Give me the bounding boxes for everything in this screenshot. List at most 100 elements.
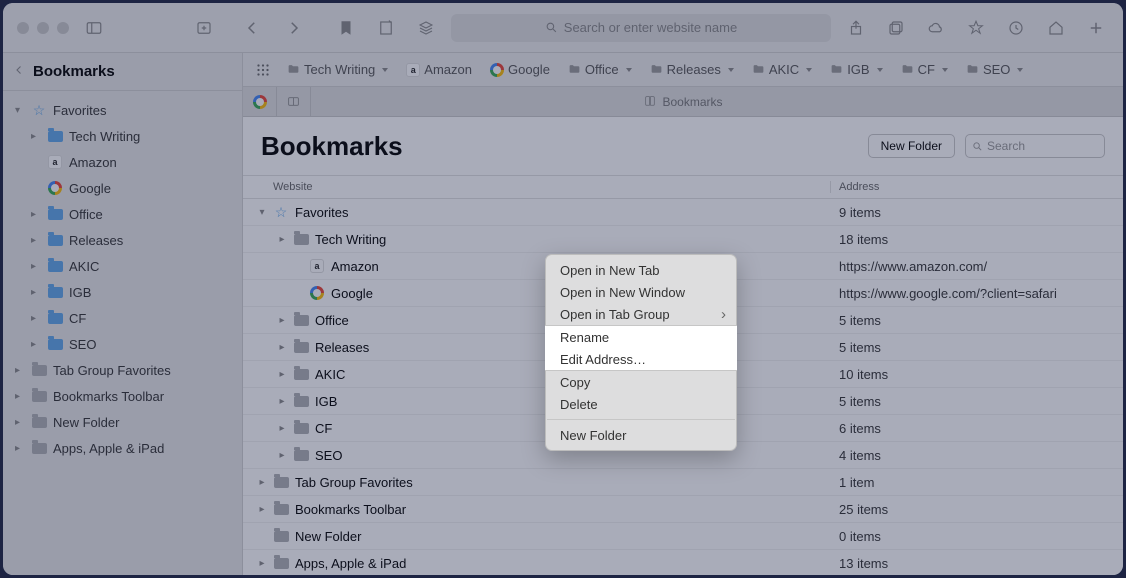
disclosure-icon[interactable]: ▸: [31, 313, 41, 324]
disclosure-icon[interactable]: ▸: [277, 342, 287, 353]
share-icon[interactable]: [843, 15, 869, 41]
sidebar-item[interactable]: ▸ AKIC: [3, 253, 242, 279]
row-label: Bookmarks Toolbar: [295, 502, 406, 517]
history-icon[interactable]: [1003, 15, 1029, 41]
sidebar: Bookmarks ▾☆Favorites▸Tech WritingaAmazo…: [3, 53, 243, 575]
sidebar-item[interactable]: ▸ Tab Group Favorites: [3, 357, 242, 383]
new-folder-button[interactable]: New Folder: [868, 134, 955, 158]
disclosure-icon[interactable]: ▸: [31, 235, 41, 246]
folder-gray-icon: [273, 474, 289, 490]
ctx-delete[interactable]: Delete: [546, 393, 736, 415]
favbar-item[interactable]: CF: [901, 62, 948, 77]
sidebar-item[interactable]: ▸Apps, Apple & iPad: [3, 435, 242, 461]
disclosure-icon[interactable]: ▸: [15, 417, 25, 428]
sidebar-item-label: Bookmarks Toolbar: [53, 389, 164, 404]
disclosure-icon[interactable]: ▸: [31, 339, 41, 350]
sidebar-toggle-icon[interactable]: [81, 15, 107, 41]
disclosure-icon[interactable]: ▸: [31, 287, 41, 298]
ctx-rename[interactable]: Rename: [545, 326, 737, 348]
sidebar-item-label: AKIC: [69, 259, 99, 274]
ctx-open-new-tab[interactable]: Open in New Tab: [546, 259, 736, 281]
table-row[interactable]: ▸Tech Writing18 items: [243, 226, 1123, 253]
sidebar-item[interactable]: ▾ ☆ Favorites: [3, 97, 242, 123]
disclosure-icon[interactable]: ▸: [31, 131, 41, 142]
favbar-item[interactable]: Office: [568, 62, 632, 77]
favbar-item[interactable]: SEO: [966, 62, 1023, 77]
apps-grid-icon[interactable]: [253, 57, 273, 83]
back-button[interactable]: [239, 15, 265, 41]
disclosure-icon[interactable]: ▸: [15, 391, 25, 402]
stack-icon[interactable]: [413, 15, 439, 41]
forward-button[interactable]: [281, 15, 307, 41]
sidebar-back-icon[interactable]: [13, 63, 25, 80]
disclosure-icon[interactable]: ▸: [31, 209, 41, 220]
ctx-open-tab-group[interactable]: Open in Tab Group: [546, 303, 736, 325]
plus-icon[interactable]: [1083, 15, 1109, 41]
favbar-item[interactable]: Tech Writing: [287, 62, 388, 77]
sidebar-item[interactable]: ▸ Tech Writing: [3, 123, 242, 149]
disclosure-icon[interactable]: ▸: [257, 504, 267, 515]
table-row[interactable]: New Folder0 items: [243, 523, 1123, 550]
col-website[interactable]: Website: [243, 181, 831, 193]
disclosure-icon[interactable]: ▸: [277, 396, 287, 407]
sidebar-item[interactable]: ▸New Folder: [3, 409, 242, 435]
sidebar-item-label: Favorites: [53, 103, 106, 118]
disclosure-icon[interactable]: ▾: [15, 105, 25, 116]
star-icon: ☆: [31, 102, 47, 118]
sidebar-item[interactable]: aAmazon: [3, 149, 242, 175]
disclosure-icon[interactable]: ▸: [15, 365, 25, 376]
favbar-item[interactable]: IGB: [830, 62, 882, 77]
disclosure-icon[interactable]: ▸: [257, 558, 267, 569]
ctx-new-folder[interactable]: New Folder: [546, 424, 736, 446]
star-icon: ☆: [273, 204, 289, 220]
row-label: Office: [315, 313, 349, 328]
home-icon[interactable]: [1043, 15, 1069, 41]
sidebar-item[interactable]: ▸IGB: [3, 279, 242, 305]
col-address[interactable]: Address: [831, 181, 1123, 193]
disclosure-icon[interactable]: ▸: [277, 315, 287, 326]
search-input[interactable]: Search: [965, 134, 1105, 158]
disclosure-icon[interactable]: ▾: [257, 207, 267, 218]
row-address: https://www.google.com/?client=safari: [839, 286, 1057, 301]
folder-gray-icon: [293, 447, 309, 463]
sidebar-item[interactable]: ▸ Bookmarks Toolbar: [3, 383, 242, 409]
folder-gray-icon: [31, 414, 47, 430]
table-row[interactable]: ▸Apps, Apple & iPad13 items: [243, 550, 1123, 575]
page-title: Bookmarks: [261, 131, 403, 162]
ctx-copy[interactable]: Copy: [546, 371, 736, 393]
address-bar[interactable]: Search or enter website name: [451, 14, 831, 42]
traffic-lights[interactable]: [17, 22, 69, 34]
cloud-icon[interactable]: [923, 15, 949, 41]
tabs-icon[interactable]: [883, 15, 909, 41]
bookmark-icon[interactable]: [333, 15, 359, 41]
disclosure-icon[interactable]: ▸: [257, 477, 267, 488]
sidebar-item[interactable]: ▸ SEO: [3, 331, 242, 357]
disclosure-icon[interactable]: ▸: [277, 234, 287, 245]
disclosure-icon[interactable]: ▸: [31, 261, 41, 272]
disclosure-icon[interactable]: ▸: [277, 423, 287, 434]
favbar-item[interactable]: Google: [490, 62, 550, 77]
disclosure-icon[interactable]: ▸: [277, 369, 287, 380]
ctx-open-new-window[interactable]: Open in New Window: [546, 281, 736, 303]
favbar-item[interactable]: AKIC: [752, 62, 812, 77]
ctx-edit-address[interactable]: Edit Address…: [545, 348, 737, 370]
favorites-star-icon[interactable]: [963, 15, 989, 41]
sidebar-item-label: Tab Group Favorites: [53, 363, 171, 378]
sidebar-item-label: SEO: [69, 337, 96, 352]
sidebar-item[interactable]: ▸Office: [3, 201, 242, 227]
favbar-item[interactable]: Releases: [650, 62, 734, 77]
reading-list-icon[interactable]: [373, 15, 399, 41]
tab-google-icon[interactable]: [243, 87, 277, 117]
disclosure-icon[interactable]: ▸: [15, 443, 25, 454]
sidebar-item[interactable]: ▸Releases: [3, 227, 242, 253]
sidebar-item[interactable]: ▸CF: [3, 305, 242, 331]
sidebar-item-label: Tech Writing: [69, 129, 140, 144]
new-tab-icon[interactable]: [191, 15, 217, 41]
sidebar-item[interactable]: Google: [3, 175, 242, 201]
disclosure-icon[interactable]: ▸: [277, 450, 287, 461]
favbar-item[interactable]: aAmazon: [406, 62, 472, 77]
tab-split-icon[interactable]: [277, 87, 311, 117]
table-row[interactable]: ▸Tab Group Favorites1 item: [243, 469, 1123, 496]
table-row[interactable]: ▸Bookmarks Toolbar25 items: [243, 496, 1123, 523]
table-row[interactable]: ▾☆Favorites9 items: [243, 199, 1123, 226]
